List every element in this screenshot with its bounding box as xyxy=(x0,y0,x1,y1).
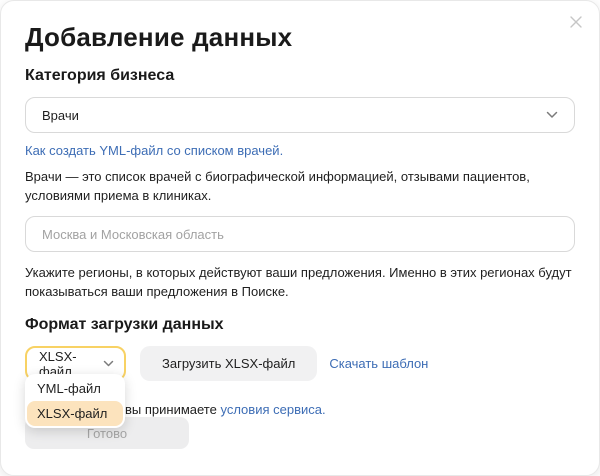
regions-hint: Укажите регионы, в которых действуют ваш… xyxy=(25,263,575,301)
chevron-down-icon xyxy=(103,360,114,367)
category-section-label: Категория бизнеса xyxy=(25,66,575,86)
download-template-link[interactable]: Скачать шаблон xyxy=(329,356,428,371)
chevron-down-icon xyxy=(546,111,558,119)
consent-text-plain: вы принимаете xyxy=(125,402,217,417)
add-data-modal: Добавление данных Категория бизнеса Врач… xyxy=(0,0,600,476)
upload-xlsx-button[interactable]: Загрузить XLSX-файл xyxy=(140,346,317,381)
dropdown-option-xlsx[interactable]: XLSX-файл xyxy=(27,401,123,426)
business-category-select[interactable]: Врачи xyxy=(25,97,575,133)
category-description: Врачи — это список врачей с биографическ… xyxy=(25,167,575,205)
format-dropdown-menu: YML-файл XLSX-файл xyxy=(25,374,125,428)
dropdown-option-yml[interactable]: YML-файл xyxy=(27,376,123,401)
close-button[interactable] xyxy=(565,11,587,33)
yml-help-link[interactable]: Как создать YML-файл со списком врачей. xyxy=(25,143,283,159)
format-section-label: Формат загрузки данных xyxy=(25,315,575,335)
terms-of-service-link[interactable]: условия сервиса. xyxy=(220,402,325,417)
page-title: Добавление данных xyxy=(25,1,575,52)
regions-input[interactable] xyxy=(25,216,575,252)
close-icon xyxy=(569,15,583,29)
business-category-value: Врачи xyxy=(42,108,79,123)
